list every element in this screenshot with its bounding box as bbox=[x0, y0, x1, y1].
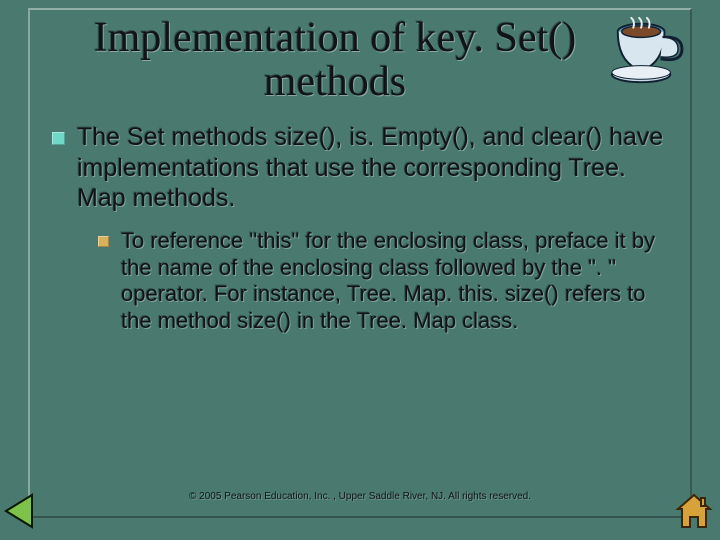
bullet-level1-text: The Set methods size(), is. Empty(), and… bbox=[77, 122, 670, 214]
bullet-level2-text: To reference "this" for the enclosing cl… bbox=[121, 228, 670, 335]
bullet-level2: To reference "this" for the enclosing cl… bbox=[52, 228, 670, 335]
home-icon[interactable] bbox=[674, 493, 714, 536]
bullet-marker-icon bbox=[52, 132, 65, 145]
slide-frame: Implementation of key. Set() methods The… bbox=[28, 8, 692, 518]
bullet-level1: The Set methods size(), is. Empty(), and… bbox=[52, 122, 670, 214]
copyright-footer: © 2005 Pearson Education, Inc. , Upper S… bbox=[30, 491, 690, 502]
slide-title: Implementation of key. Set() methods bbox=[40, 16, 630, 104]
bullet-marker-icon bbox=[98, 236, 109, 247]
prev-arrow-icon[interactable] bbox=[2, 491, 46, 536]
teacup-icon bbox=[606, 16, 684, 88]
body: The Set methods size(), is. Empty(), and… bbox=[30, 104, 690, 335]
slide: Implementation of key. Set() methods The… bbox=[0, 0, 720, 540]
title-area: Implementation of key. Set() methods bbox=[30, 10, 690, 104]
